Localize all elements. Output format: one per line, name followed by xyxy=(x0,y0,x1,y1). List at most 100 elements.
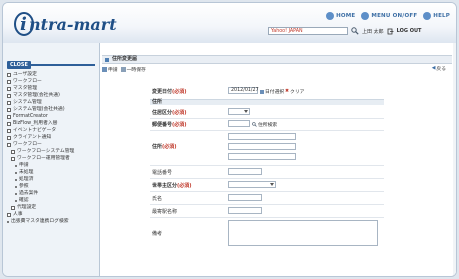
svg-text:i: i xyxy=(20,14,27,35)
search-icon[interactable] xyxy=(351,27,359,35)
sidebar-close-button[interactable]: CLOSE xyxy=(7,61,31,69)
svg-text:ntra-mart: ntra-mart xyxy=(29,15,117,34)
save-icon xyxy=(120,66,126,72)
help-button[interactable]: HELP xyxy=(423,12,450,20)
folder-toggle-icon xyxy=(11,149,15,154)
page-title: 住所変更届 xyxy=(112,56,138,62)
remarks-textarea[interactable] xyxy=(228,220,378,246)
row-change-date: 変更日付(必須) 2012/01/27 日付選択 ✖ クリア xyxy=(150,87,384,96)
address-search-button[interactable]: 住所検索 xyxy=(252,121,277,128)
intra-mart-logo: i ntra-mart xyxy=(14,12,117,36)
toolbar: 申請 一時保存 ◀ 戻る xyxy=(102,65,452,73)
chevron-down-icon xyxy=(270,183,274,186)
calendar-icon xyxy=(260,89,264,94)
sidebar-item[interactable]: 代理設定 xyxy=(7,204,95,211)
search-row: Yahoo! JAPAN 上田 太郎 LOG OUT xyxy=(268,27,421,35)
sidebar-item[interactable]: システム管理 xyxy=(7,99,95,106)
sidebar-item[interactable]: ワークフローシステム管理 xyxy=(7,148,95,155)
apply-button[interactable]: 申請 xyxy=(102,66,118,73)
temp-save-button[interactable]: 一時保存 xyxy=(120,66,146,73)
search-input[interactable]: Yahoo! JAPAN xyxy=(268,27,348,35)
housing-select[interactable] xyxy=(228,108,250,115)
sidebar-item-label: システム管理(会社共通) xyxy=(13,107,65,112)
sidebar-item[interactable]: 出張費マスタ連携ログ検索 xyxy=(7,218,95,225)
help-icon xyxy=(423,12,432,20)
sidebar-item[interactable]: クライアント通知 xyxy=(7,134,95,141)
sidebar-item-label: 代理設定 xyxy=(17,205,37,210)
folder-toggle-icon xyxy=(7,93,11,98)
sidebar-item[interactable]: イベントナビゲータ xyxy=(7,127,95,134)
sidebar-item-label: BizFlow_利用者入替 xyxy=(13,121,58,126)
phone-input[interactable] xyxy=(228,168,262,175)
sidebar-item[interactable]: システム管理(会社共通) xyxy=(7,106,95,113)
back-button[interactable]: ◀ 戻る xyxy=(432,65,446,72)
name-input[interactable] xyxy=(228,194,262,201)
sidebar: CLOSE ユーザ設定 ワークフロー マスタ管理 マスタ管理(会社共通) システム管理シ… xyxy=(3,43,100,276)
sidebar-item[interactable]: 確認 xyxy=(7,197,95,204)
bullet-icon xyxy=(15,199,17,202)
postal-code-input[interactable] xyxy=(228,120,250,127)
back-arrow-icon: ◀ xyxy=(431,66,436,71)
clear-button[interactable]: ✖ クリア xyxy=(285,88,304,95)
vertical-scrollbar[interactable] xyxy=(453,43,456,276)
address-line3-input[interactable] xyxy=(228,153,296,160)
folder-toggle-icon xyxy=(7,79,11,84)
close-bar-line xyxy=(30,64,95,66)
sidebar-item-label: ワークフローシステム管理 xyxy=(17,149,75,154)
home-button[interactable]: HOME xyxy=(326,12,355,20)
sidebar-item[interactable]: 処理済 xyxy=(7,176,95,183)
sidebar-item[interactable]: BizFlow_利用者入替 xyxy=(7,120,95,127)
folder-toggle-icon xyxy=(7,72,11,77)
sidebar-item[interactable]: 未処理 xyxy=(7,169,95,176)
housing-label: 住居区分 xyxy=(152,110,173,116)
address-line1-input[interactable] xyxy=(228,133,296,140)
bullet-icon xyxy=(15,192,17,195)
sidebar-item-label: 申請 xyxy=(19,163,29,168)
home-icon xyxy=(326,12,335,20)
required-mark: (必須) xyxy=(172,89,187,95)
sidebar-item[interactable]: 申請 xyxy=(7,162,95,169)
logout-icon[interactable] xyxy=(387,28,394,35)
sidebar-item[interactable]: FormatCreator xyxy=(7,113,95,120)
menu-toggle-button[interactable]: MENU ON/OFF xyxy=(361,12,417,20)
page-title-bar: 住所変更届 xyxy=(102,55,452,64)
sidebar-item-label: マスタ管理(会社共通) xyxy=(13,93,60,98)
row-housing: 住居区分(必須) xyxy=(150,108,384,117)
householder-select[interactable] xyxy=(228,181,276,188)
sidebar-item[interactable]: ワークフロー xyxy=(7,78,95,85)
change-date-input[interactable]: 2012/01/27 xyxy=(228,87,259,94)
date-select-button[interactable]: 日付選択 xyxy=(260,88,284,95)
sidebar-item[interactable]: ワークフロー運用管理者 xyxy=(7,155,95,162)
sidebar-close-bar: CLOSE xyxy=(7,61,95,69)
user-name: 上田 太郎 xyxy=(362,28,384,35)
sidebar-item[interactable]: ワークフロー xyxy=(7,141,95,148)
postal-label: 郵便番号 xyxy=(152,122,173,128)
apply-icon xyxy=(102,66,107,72)
station-input[interactable] xyxy=(228,207,262,214)
sidebar-item[interactable]: 人事 xyxy=(7,211,95,218)
logout-link[interactable]: LOG OUT xyxy=(397,28,422,34)
sidebar-item[interactable]: ユーザ設定 xyxy=(7,71,95,78)
row-remarks: 備考 xyxy=(150,220,384,248)
header: i ntra-mart HOME MENU ON/OFF HELP Yahoo!… xyxy=(3,3,456,43)
sidebar-item-label: マスタ管理 xyxy=(13,86,37,91)
sidebar-item[interactable]: 参照 xyxy=(7,183,95,190)
sidebar-item-label: 過去案件 xyxy=(19,191,39,196)
row-address: 住所(必須) xyxy=(150,133,384,163)
sidebar-item-label: 確認 xyxy=(19,198,29,203)
bullet-icon xyxy=(15,178,17,181)
sidebar-item[interactable]: マスタ管理 xyxy=(7,85,95,92)
bullet-icon xyxy=(15,164,17,167)
row-postal: 郵便番号(必須) 住所検索 xyxy=(152,120,278,128)
bullet-icon xyxy=(15,185,17,188)
folder-toggle-icon xyxy=(7,212,11,217)
householder-label: 世帯主区分 xyxy=(152,183,178,189)
sidebar-item-label: ワークフロー運用管理者 xyxy=(17,156,70,161)
sidebar-item-label: FormatCreator xyxy=(13,114,48,119)
sidebar-item[interactable]: 過去案件 xyxy=(7,190,95,197)
window-frame: i ntra-mart HOME MENU ON/OFF HELP Yahoo!… xyxy=(2,2,457,277)
address-line2-input[interactable] xyxy=(228,143,296,150)
clear-icon: ✖ xyxy=(285,89,290,94)
bullet-icon xyxy=(7,220,9,223)
sidebar-item[interactable]: マスタ管理(会社共通) xyxy=(7,92,95,99)
